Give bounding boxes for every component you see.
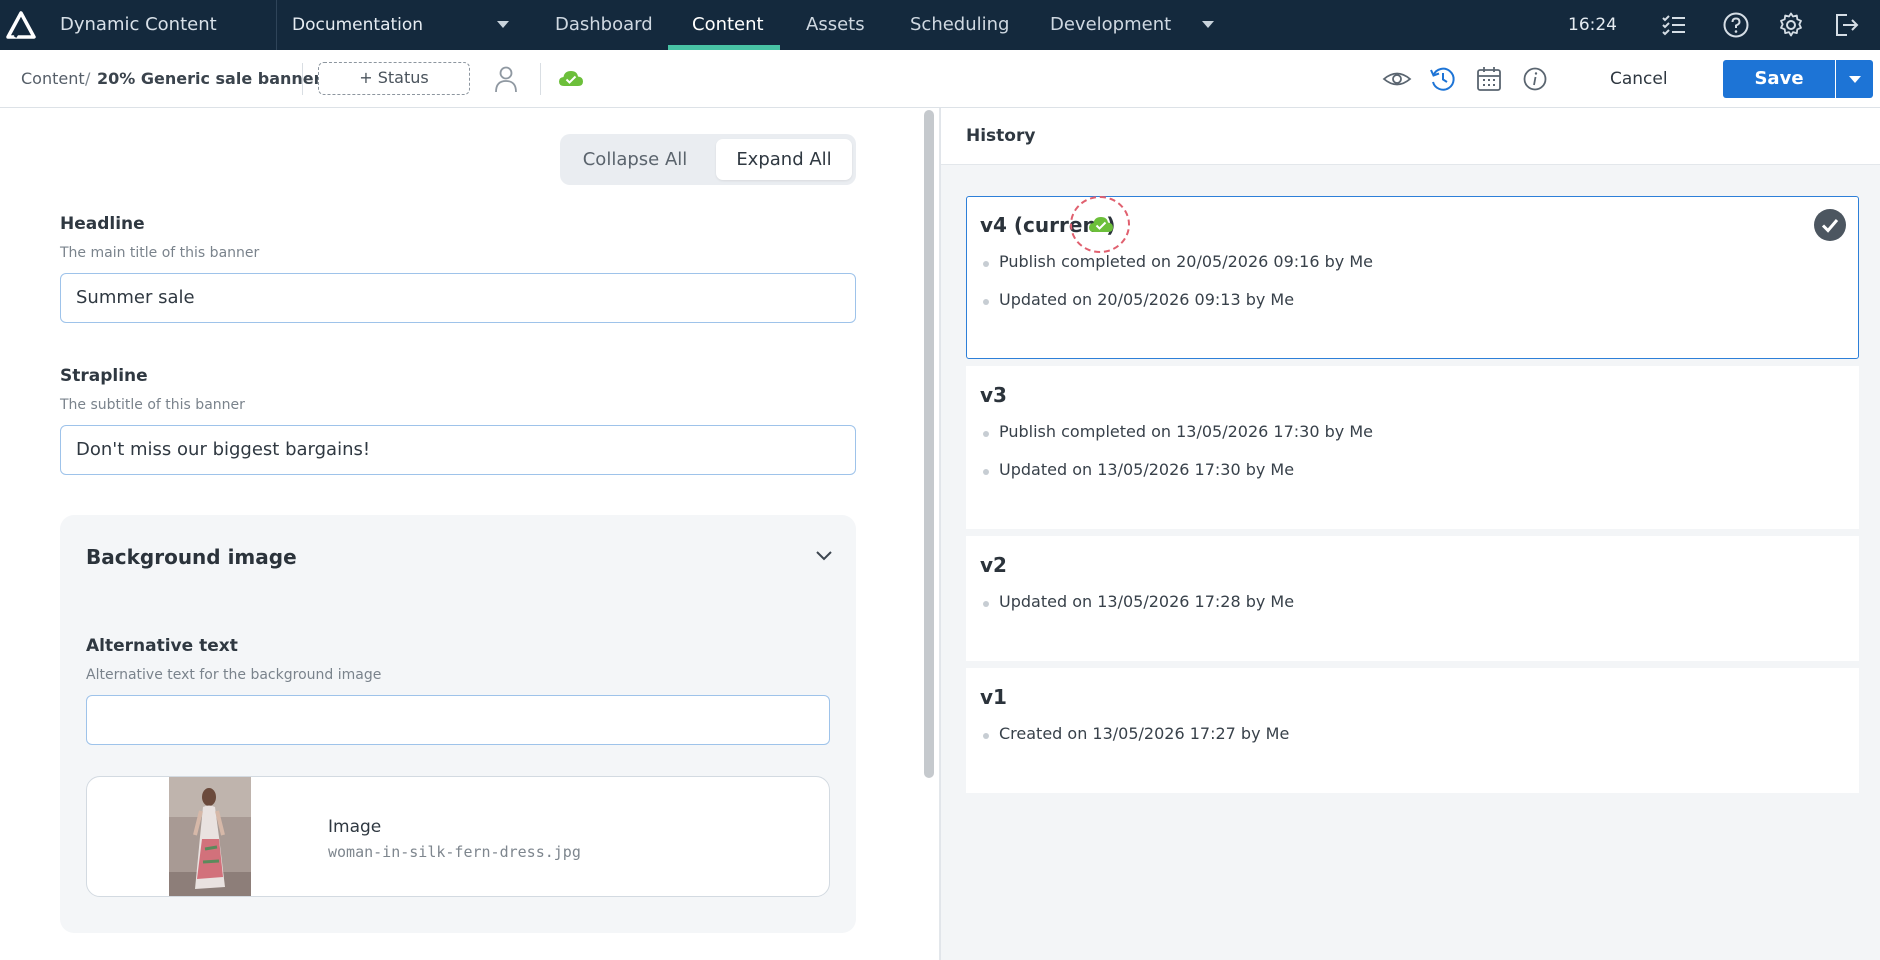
history-panel: History v4 (current) Publish completed o… bbox=[940, 108, 1880, 960]
bullet bbox=[983, 261, 989, 267]
add-status-button[interactable]: + Status bbox=[318, 62, 470, 95]
bullet bbox=[983, 733, 989, 739]
published-cloud-icon bbox=[559, 71, 583, 86]
app-title: Dynamic Content bbox=[60, 14, 217, 35]
tasks-icon[interactable] bbox=[1660, 11, 1688, 39]
history-title: History bbox=[966, 126, 1036, 146]
bullet bbox=[983, 299, 989, 305]
bullet bbox=[983, 469, 989, 475]
image-field-label: Image bbox=[328, 817, 382, 837]
version-card-v4[interactable]: v4 (current) Publish completed on 20/05/… bbox=[966, 196, 1859, 359]
version-event: Publish completed on 20/05/2026 09:16 by… bbox=[999, 252, 1373, 271]
collapse-all-button[interactable]: Collapse All bbox=[580, 134, 690, 185]
save-options-dropdown[interactable] bbox=[1836, 60, 1873, 98]
chevron-down-icon[interactable] bbox=[814, 549, 834, 563]
nav-assets[interactable]: Assets bbox=[806, 0, 865, 50]
clock: 16:24 bbox=[1568, 15, 1617, 35]
top-navigation-bar: Dynamic Content Documentation Dashboard … bbox=[0, 0, 1880, 50]
chevron-down-icon bbox=[1849, 76, 1861, 83]
strapline-label: Strapline bbox=[60, 366, 148, 386]
amplience-logo-icon[interactable] bbox=[6, 11, 36, 39]
strapline-input[interactable]: Don't miss our biggest bargains! bbox=[60, 425, 856, 475]
hub-name: Documentation bbox=[292, 15, 424, 35]
history-header: History bbox=[941, 108, 1880, 165]
version-event: Updated on 13/05/2026 17:28 by Me bbox=[999, 592, 1295, 611]
save-button[interactable]: Save bbox=[1723, 60, 1835, 98]
assignee-icon[interactable] bbox=[491, 64, 521, 94]
collapse-expand-toggle: Collapse All Expand All bbox=[560, 134, 856, 185]
hub-selector[interactable]: Documentation bbox=[276, 0, 532, 50]
version-card-v3[interactable]: v3 Publish completed on 13/05/2026 17:30… bbox=[966, 366, 1859, 529]
alt-text-input[interactable] bbox=[86, 695, 830, 745]
toolbar-divider bbox=[540, 63, 541, 95]
image-field-card[interactable]: Image woman-in-silk-fern-dress.jpg bbox=[86, 776, 830, 897]
breadcrumb-separator: / bbox=[85, 69, 91, 88]
headline-label: Headline bbox=[60, 214, 145, 234]
chevron-down-icon bbox=[497, 21, 509, 28]
preview-eye-icon[interactable] bbox=[1382, 64, 1412, 94]
logout-icon[interactable] bbox=[1832, 11, 1860, 39]
version-event: Publish completed on 13/05/2026 17:30 by… bbox=[999, 422, 1373, 441]
bullet bbox=[983, 431, 989, 437]
version-card-v2[interactable]: v2 Updated on 13/05/2026 17:28 by Me bbox=[966, 536, 1859, 661]
help-icon[interactable] bbox=[1722, 11, 1750, 39]
current-version-check-icon bbox=[1814, 209, 1846, 241]
nav-dashboard[interactable]: Dashboard bbox=[555, 0, 653, 50]
content-editor-panel: Collapse All Expand All Headline The mai… bbox=[0, 108, 920, 960]
alt-text-label: Alternative text bbox=[86, 636, 238, 656]
expand-all-button[interactable]: Expand All bbox=[716, 139, 852, 180]
image-filename: woman-in-silk-fern-dress.jpg bbox=[328, 843, 581, 861]
alt-text-description: Alternative text for the background imag… bbox=[86, 667, 382, 683]
breadcrumb-content-link[interactable]: Content bbox=[21, 50, 85, 108]
version-event: Updated on 13/05/2026 17:30 by Me bbox=[999, 460, 1295, 479]
nav-development[interactable]: Development bbox=[1050, 0, 1171, 50]
version-card-v1[interactable]: v1 Created on 13/05/2026 17:27 by Me bbox=[966, 668, 1859, 793]
toolbar-divider bbox=[302, 63, 303, 95]
settings-icon[interactable] bbox=[1777, 11, 1805, 39]
info-icon[interactable] bbox=[1520, 64, 1550, 94]
content-toolbar: Content / 20% Generic sale banner + Stat… bbox=[0, 50, 1880, 108]
background-image-title: Background image bbox=[86, 545, 297, 569]
history-icon[interactable] bbox=[1428, 64, 1458, 94]
development-chevron-down-icon[interactable] bbox=[1202, 21, 1214, 28]
breadcrumb-current-item: 20% Generic sale banner bbox=[97, 69, 322, 88]
strapline-description: The subtitle of this banner bbox=[60, 397, 245, 413]
cancel-button[interactable]: Cancel bbox=[1610, 50, 1668, 108]
background-image-group: Background image Alternative text Altern… bbox=[60, 515, 856, 933]
nav-content[interactable]: Content bbox=[692, 0, 764, 50]
version-title: v2 bbox=[980, 553, 1007, 577]
version-title: v3 bbox=[980, 383, 1007, 407]
nav-scheduling[interactable]: Scheduling bbox=[910, 0, 1009, 50]
version-event: Updated on 20/05/2026 09:13 by Me bbox=[999, 290, 1295, 309]
version-event: Created on 13/05/2026 17:27 by Me bbox=[999, 724, 1290, 743]
version-title: v1 bbox=[980, 685, 1007, 709]
bullet bbox=[983, 601, 989, 607]
headline-description: The main title of this banner bbox=[60, 245, 260, 261]
headline-input[interactable]: Summer sale bbox=[60, 273, 856, 323]
image-thumbnail bbox=[169, 777, 251, 896]
editor-scrollbar-thumb[interactable] bbox=[924, 110, 934, 778]
calendar-icon[interactable] bbox=[1474, 64, 1504, 94]
highlight-annotation-circle bbox=[1070, 196, 1130, 253]
